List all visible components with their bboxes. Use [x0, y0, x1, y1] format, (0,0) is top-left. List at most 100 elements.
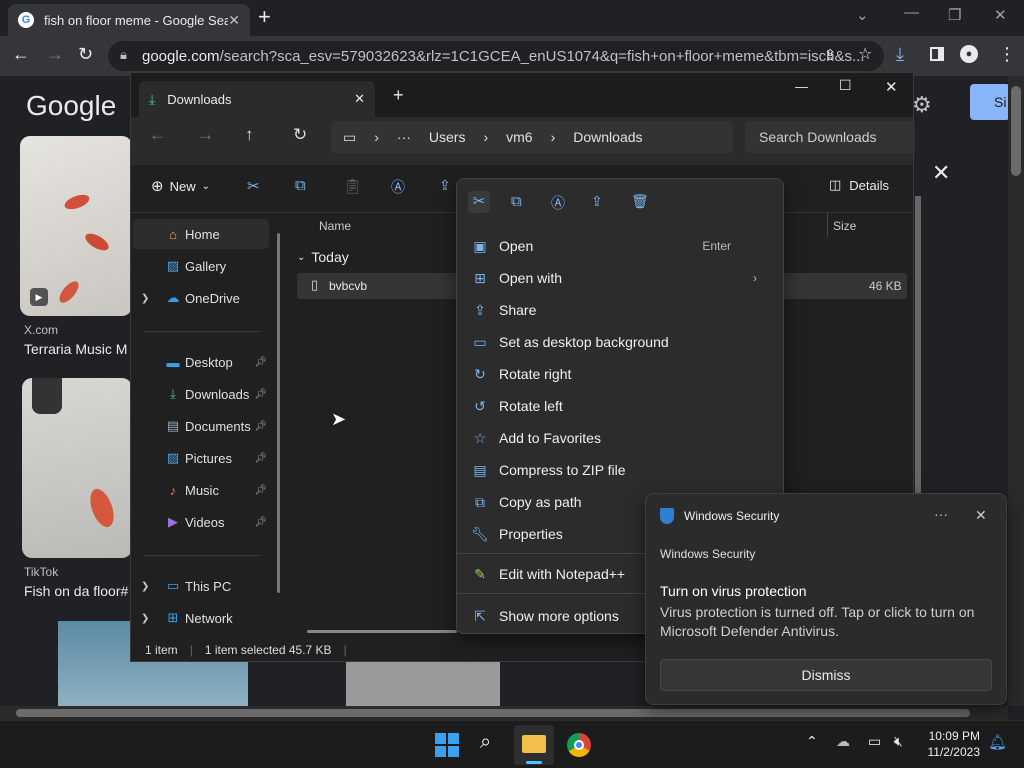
image-result-4[interactable]: [346, 661, 500, 706]
chevron-right-icon[interactable]: ❯: [141, 581, 149, 592]
breadcrumb-downloads[interactable]: Downloads: [573, 129, 642, 145]
menu-item-compress-zip[interactable]: ▤ Compress to ZIP file: [463, 455, 779, 485]
profile-icon[interactable]: ●: [960, 45, 978, 63]
share-icon[interactable]: ⇪: [591, 193, 603, 210]
close-window-icon[interactable]: ✕: [994, 6, 1007, 24]
rename-icon[interactable]: Ⓐ: [551, 193, 565, 213]
close-window-icon[interactable]: ✕: [885, 78, 898, 96]
minimize-icon[interactable]: —: [904, 4, 919, 21]
sidebar-item-network[interactable]: ❯ ⊞ Network: [133, 603, 269, 633]
refresh-icon[interactable]: ↻: [293, 125, 307, 145]
menu-item-rotate-left[interactable]: ↺ Rotate left: [463, 391, 779, 421]
chevron-right-icon[interactable]: ❯: [141, 613, 149, 624]
content-scrollbar[interactable]: [307, 630, 457, 633]
breadcrumb[interactable]: ▭ › ··· Users › vm6 › Downloads: [331, 121, 733, 153]
scrollbar-thumb[interactable]: [16, 709, 970, 717]
column-divider[interactable]: [827, 213, 828, 237]
breadcrumb-users[interactable]: Users: [429, 129, 466, 145]
column-header-name[interactable]: Name: [319, 219, 351, 233]
image-result-2[interactable]: [22, 378, 132, 558]
close-icon[interactable]: ✕: [975, 507, 987, 524]
settings-gear-icon[interactable]: ⚙: [912, 92, 932, 118]
cut-icon[interactable]: ✂: [247, 177, 260, 195]
chevron-up-icon[interactable]: ⌃: [806, 733, 818, 750]
menu-item-add-favorites[interactable]: ☆ Add to Favorites: [463, 423, 779, 453]
copy-icon[interactable]: ⧉: [295, 177, 306, 194]
sidebar-item-desktop[interactable]: ▬ Desktop 📌︎: [133, 347, 269, 377]
copy-icon[interactable]: ⧉: [511, 193, 522, 210]
paste-icon[interactable]: 📋︎: [343, 177, 362, 195]
sidebar-item-onedrive[interactable]: ❯ ☁ OneDrive: [133, 283, 269, 313]
forward-icon[interactable]: →: [197, 125, 214, 145]
new-tab-button[interactable]: +: [393, 85, 404, 106]
volume-muted-icon[interactable]: 🔇︎: [894, 733, 903, 750]
explorer-tab-downloads[interactable]: ⤓ Downloads ✕: [139, 81, 375, 117]
restore-icon[interactable]: ❐: [948, 6, 961, 24]
chrome-tab-active[interactable]: G fish on floor meme - Google Sea ✕: [8, 4, 250, 36]
menu-item-set-desktop-background[interactable]: ▭ Set as desktop background: [463, 327, 779, 357]
column-header-size[interactable]: Size: [833, 219, 856, 233]
dismiss-button[interactable]: Dismiss: [660, 659, 992, 691]
clock-date[interactable]: 11/2/2023: [926, 745, 981, 759]
back-icon[interactable]: ←: [12, 44, 30, 65]
tab-search-chevron-icon[interactable]: ⌄: [856, 6, 869, 24]
notification-bell-icon[interactable]: 🔔︎: [988, 733, 1007, 751]
sidebar-item-gallery[interactable]: ▨ Gallery: [133, 251, 269, 281]
image-viewer-close-icon[interactable]: ✕: [932, 160, 950, 186]
network-icon[interactable]: ▭: [868, 733, 881, 750]
sidebar-item-videos[interactable]: ▶ Videos 📌︎: [133, 507, 269, 537]
file-explorer-taskbar-button[interactable]: [514, 725, 554, 765]
side-panel-icon[interactable]: [930, 47, 944, 61]
new-button[interactable]: ⊕ New ⌄: [151, 177, 210, 195]
menu-item-open-with[interactable]: ⊞ Open with ›: [463, 263, 779, 293]
reload-icon[interactable]: ↻: [78, 44, 93, 65]
sidebar-item-home[interactable]: ⌂ Home: [133, 219, 269, 249]
share-icon[interactable]: ⇪: [439, 177, 451, 194]
menu-item-rotate-right[interactable]: ↻ Rotate right: [463, 359, 779, 389]
breadcrumb-vm6[interactable]: vm6: [506, 129, 532, 145]
more-options-icon[interactable]: ···: [934, 506, 948, 522]
menu-item-share[interactable]: ⇪ Share: [463, 295, 779, 325]
address-bar[interactable]: google.com/search?sca_esv=579032623&rlz=…: [108, 41, 884, 71]
more-icon[interactable]: ···: [397, 129, 411, 145]
forward-icon[interactable]: →: [46, 44, 64, 65]
menu-item-open[interactable]: ▣ Open Enter: [463, 231, 779, 261]
chrome-menu-icon[interactable]: ⋮: [998, 44, 1016, 65]
sidebar-item-documents[interactable]: ▤ Documents 📌︎: [133, 411, 269, 441]
image-result-1[interactable]: ▶: [20, 136, 132, 316]
details-button[interactable]: ◫ Details: [829, 177, 889, 193]
group-header-today[interactable]: ⌄ Today: [297, 249, 349, 265]
result-title[interactable]: Terraria Music M: [24, 341, 132, 357]
bookmark-star-icon[interactable]: ☆: [858, 44, 872, 64]
close-tab-icon[interactable]: ✕: [354, 91, 365, 107]
sidebar-scrollbar[interactable]: [277, 233, 280, 593]
lock-icon[interactable]: 🔒︎: [120, 47, 127, 63]
search-icon[interactable]: ⌕: [480, 731, 491, 754]
result-title[interactable]: Fish on da floor#: [24, 583, 132, 599]
rename-icon[interactable]: Ⓐ: [391, 177, 405, 197]
google-logo[interactable]: Google: [26, 90, 116, 122]
page-scrollbar-horizontal[interactable]: [0, 706, 1008, 720]
cut-icon[interactable]: ✂: [468, 191, 490, 213]
delete-icon[interactable]: 🗑︎: [631, 193, 649, 210]
windows-security-notification[interactable]: Windows Security ··· ✕ Windows Security …: [645, 493, 1007, 705]
sidebar-item-pictures[interactable]: ▨ Pictures 📌︎: [133, 443, 269, 473]
minimize-icon[interactable]: —: [795, 79, 808, 94]
close-tab-icon[interactable]: ✕: [228, 12, 240, 29]
chrome-icon[interactable]: [567, 733, 591, 757]
sidebar-item-downloads[interactable]: ⤓ Downloads 📌︎: [133, 379, 269, 409]
maximize-icon[interactable]: ☐: [839, 77, 852, 94]
page-scrollbar-vertical[interactable]: [1008, 76, 1024, 706]
scrollbar-thumb[interactable]: [1011, 86, 1021, 176]
sign-in-button[interactable]: Si: [970, 84, 1008, 120]
search-input[interactable]: Search Downloads: [745, 121, 915, 153]
windows-start-icon[interactable]: [435, 733, 459, 757]
up-icon[interactable]: ↑: [245, 125, 254, 145]
clock-time[interactable]: 10:09 PM: [926, 729, 980, 743]
download-icon[interactable]: ⤓: [896, 44, 904, 65]
share-icon[interactable]: ⇪: [824, 46, 837, 64]
sidebar-item-thispc[interactable]: ❯ ▭ This PC: [133, 571, 269, 601]
onedrive-cloud-icon[interactable]: ☁: [836, 733, 850, 750]
new-tab-button[interactable]: +: [258, 6, 271, 28]
back-icon[interactable]: ←: [149, 125, 166, 145]
